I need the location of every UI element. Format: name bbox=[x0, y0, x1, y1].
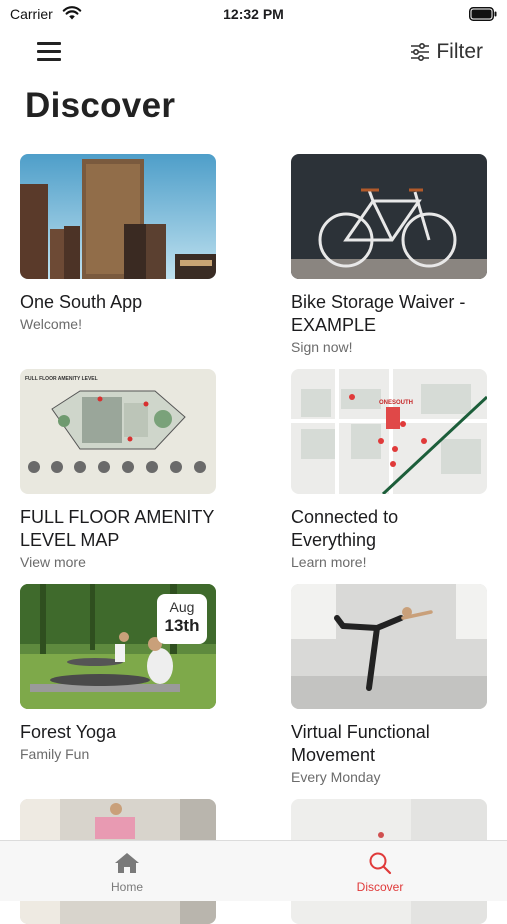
tab-home[interactable]: Home bbox=[0, 841, 254, 901]
filter-label: Filter bbox=[436, 40, 483, 63]
card-virtual-functional-movement[interactable]: Virtual Functional Movement Every Monday bbox=[291, 584, 487, 785]
sliders-icon bbox=[411, 43, 430, 61]
card-one-south-app[interactable]: One South App Welcome! bbox=[20, 154, 216, 332]
card-title: Virtual Functional Movement bbox=[291, 722, 430, 765]
card-forest-yoga[interactable]: Aug 13th Forest Yoga Family Fun bbox=[20, 584, 216, 762]
date-day: 13th bbox=[164, 616, 200, 635]
tab-bar: Home Discover bbox=[0, 840, 507, 901]
tab-discover[interactable]: Discover bbox=[253, 841, 507, 901]
card-title: Forest Yoga bbox=[20, 722, 117, 742]
filter-button[interactable]: Filter bbox=[410, 38, 483, 66]
card-title: One South App bbox=[20, 292, 143, 312]
date-month: Aug bbox=[169, 599, 195, 615]
search-icon bbox=[369, 852, 392, 875]
card-subtitle: Welcome! bbox=[20, 316, 82, 332]
card-title: Connected to Everything bbox=[291, 507, 399, 550]
home-icon bbox=[115, 853, 139, 873]
tab-label: Home bbox=[110, 880, 143, 894]
card-floor-map[interactable]: FULL FLOOR AMENITY LEVEL FULL FLOOR AMEN… bbox=[20, 369, 216, 570]
card-bike-storage-waiver[interactable]: Bike Storage Waiver - EXAMPLE Sign now! bbox=[291, 154, 487, 355]
tab-label: Discover bbox=[356, 880, 404, 894]
card-image-bicycle bbox=[291, 154, 487, 279]
card-title: FULL FLOOR AMENITY LEVEL MAP bbox=[20, 507, 215, 550]
menu-button[interactable] bbox=[34, 38, 66, 66]
card-subtitle: Every Monday bbox=[291, 769, 381, 785]
map-label: ONESOUTH bbox=[379, 400, 413, 406]
card-image-area-map: ONESOUTH bbox=[291, 369, 487, 494]
card-image-buildings bbox=[20, 154, 216, 279]
card-subtitle: Learn more! bbox=[291, 554, 367, 570]
card-title: Bike Storage Waiver - EXAMPLE bbox=[291, 292, 466, 335]
map-heading: FULL FLOOR AMENITY LEVEL bbox=[25, 376, 98, 382]
card-subtitle: View more bbox=[20, 554, 86, 570]
card-subtitle: Family Fun bbox=[20, 746, 90, 762]
page-title: Discover bbox=[25, 86, 176, 125]
date-badge: Aug 13th bbox=[157, 594, 207, 644]
status-bar: Carrier 12:32 PM bbox=[0, 0, 507, 30]
card-image-dancer bbox=[291, 584, 487, 709]
status-time: 12:32 PM bbox=[223, 6, 284, 22]
card-image-yoga-park: Aug 13th bbox=[20, 584, 216, 709]
card-image-floor-plan: FULL FLOOR AMENITY LEVEL bbox=[20, 369, 216, 494]
card-subtitle: Sign now! bbox=[291, 339, 353, 355]
card-connected[interactable]: ONESOUTH Connected to Everything Learn m… bbox=[291, 369, 487, 570]
battery-icon bbox=[469, 7, 497, 21]
